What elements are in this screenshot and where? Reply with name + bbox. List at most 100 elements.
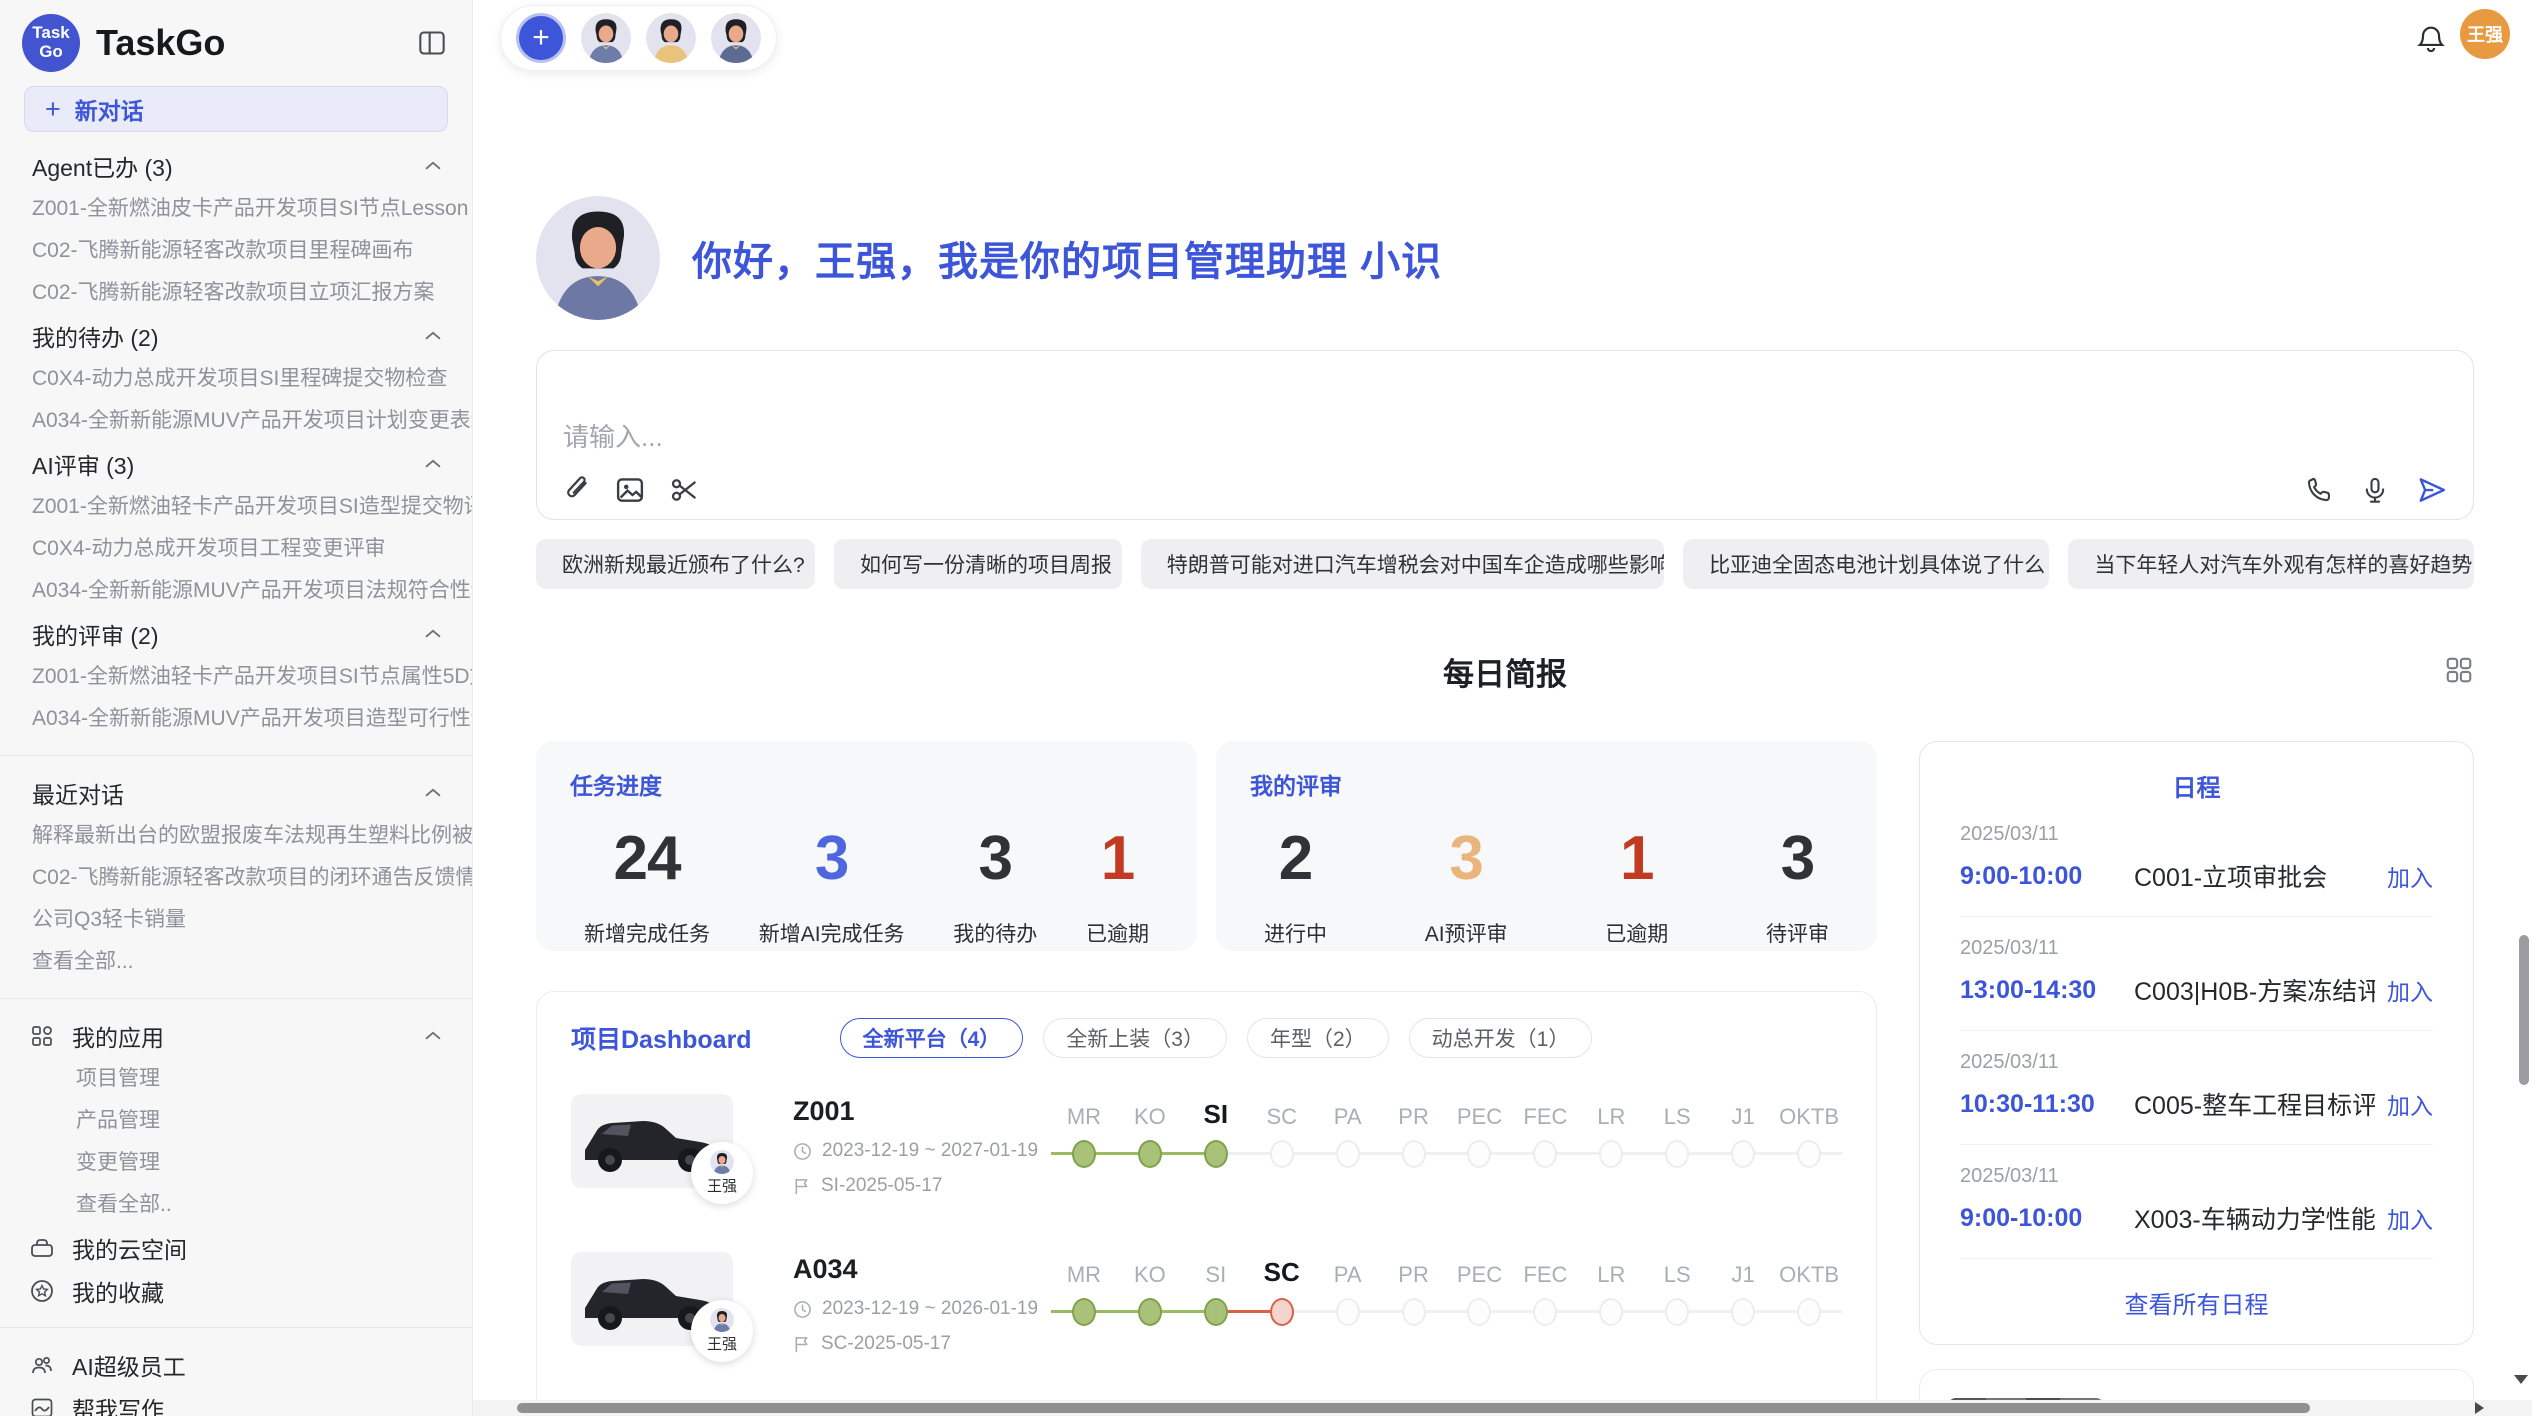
mic-icon[interactable]: [2361, 476, 2389, 504]
image-icon[interactable]: [615, 475, 645, 505]
recent-chats-header[interactable]: 最近对话: [0, 771, 472, 815]
recent-chat-item[interactable]: 解释最新出台的欧盟报废车法规再生塑料比例被调至15%...: [0, 815, 472, 857]
suggestion-chip[interactable]: 特朗普可能对进口汽车增税会对中国车企造成哪些影响: [1141, 539, 1664, 589]
app-sub-item[interactable]: 变更管理: [0, 1142, 472, 1184]
chat-input[interactable]: [563, 417, 2447, 469]
milestone: PA: [1315, 1252, 1381, 1332]
recent-chat-item[interactable]: 查看全部...: [0, 941, 472, 983]
chevron-up-icon[interactable]: [422, 325, 444, 347]
sidebar-item[interactable]: A034-全新新能源MUV产品开发项目计划变更表编写: [0, 400, 472, 442]
horizontal-scrollbar-thumb[interactable]: [517, 1403, 2310, 1413]
chevron-up-icon[interactable]: [422, 453, 444, 475]
phone-icon[interactable]: [2305, 476, 2333, 504]
dashboard-tab[interactable]: 全新平台（4）: [840, 1018, 1024, 1058]
layout-grid-icon[interactable]: [2444, 655, 2474, 690]
app-sub-item[interactable]: 查看全部..: [0, 1184, 472, 1226]
milestone-dot-row: [1051, 1292, 1117, 1332]
schedule-time: 9:00-10:00: [1960, 1204, 2122, 1233]
chevron-up-icon[interactable]: [422, 155, 444, 177]
milestone-dot-row: [1776, 1292, 1842, 1332]
suggestion-chip[interactable]: 当下年轻人对汽车外观有怎样的喜好趋势: [2068, 539, 2474, 589]
chevron-up-icon[interactable]: [422, 782, 444, 804]
schedule-item: 2025/03/1110:30-11:30C005-整车工程目标评审加入: [1960, 1031, 2433, 1145]
schedule-name: X003-车辆动力学性能验...: [2134, 1200, 2375, 1236]
stat-value: 3: [1449, 823, 1482, 894]
scroll-down-arrow[interactable]: [2514, 1375, 2528, 1384]
dashboard-tab[interactable]: 全新上装（3）: [1043, 1018, 1227, 1058]
milestone: FEC: [1512, 1252, 1578, 1332]
scissors-icon[interactable]: [669, 475, 699, 505]
paperclip-icon[interactable]: [563, 475, 591, 505]
vertical-scrollbar-thumb[interactable]: [2519, 935, 2529, 1085]
sidebar-item[interactable]: A034-全新新能源MUV产品开发项目法规符合性评审: [0, 570, 472, 612]
send-icon[interactable]: [2417, 475, 2447, 505]
sidebar-tool-item[interactable]: 帮我写作: [0, 1386, 472, 1416]
milestone-label: SC: [1264, 1252, 1300, 1288]
greeting-title: 你好，王强，我是你的项目管理助理 小识: [692, 229, 1442, 287]
milestone-dot: [1402, 1140, 1426, 1168]
brand-name: TaskGo: [96, 22, 225, 64]
sidebar-item[interactable]: Z001-全新燃油轻卡产品开发项目SI节点属性5D文件评审: [0, 656, 472, 698]
suggestion-chip[interactable]: 如何写一份清晰的项目周报: [834, 539, 1122, 589]
project-rows: 王强Z0012023-12-19 ~ 2027-01-19SI-2025-05-…: [571, 1094, 1842, 1416]
avatar[interactable]: [646, 13, 696, 63]
collapse-sidebar-icon[interactable]: [418, 30, 446, 56]
suggestion-chips: 欧洲新规最近颁布了什么? 如何写一份清晰的项目周报特朗普可能对进口汽车增税会对中国…: [536, 539, 2474, 589]
join-link[interactable]: 加入: [2387, 1201, 2433, 1235]
schedule-item: 2025/03/119:00-10:00X003-车辆动力学性能验...加入: [1960, 1145, 2433, 1259]
sidebar-item-my-apps[interactable]: 我的应用: [0, 1014, 472, 1058]
project-code: Z001: [793, 1096, 1045, 1127]
milestone-dot: [1072, 1298, 1096, 1326]
milestone-dot: [1138, 1298, 1162, 1326]
avatar[interactable]: [581, 13, 631, 63]
app-sub-item[interactable]: 产品管理: [0, 1100, 472, 1142]
suggestion-chip[interactable]: 欧洲新规最近颁布了什么?: [536, 539, 815, 589]
sidebar-section-header[interactable]: 我的待办 (2): [0, 314, 472, 358]
stat: 1已逾期: [1086, 823, 1149, 948]
sidebar-section-header[interactable]: 我的评审 (2): [0, 612, 472, 656]
project-row[interactable]: 王强Z0012023-12-19 ~ 2027-01-19SI-2025-05-…: [571, 1094, 1842, 1206]
avatar[interactable]: [711, 13, 761, 63]
join-link[interactable]: 加入: [2387, 973, 2433, 1007]
project-row[interactable]: 王强A0342023-12-19 ~ 2026-01-19SC-2025-05-…: [571, 1252, 1842, 1364]
milestone-label: SC: [1266, 1094, 1297, 1130]
milestone-dot: [1665, 1298, 1689, 1326]
sidebar-item[interactable]: C02-飞腾新能源轻客改款项目立项汇报方案: [0, 272, 472, 314]
milestone-dot-row: [1183, 1134, 1249, 1174]
sidebar-item[interactable]: Z001-全新燃油轻卡产品开发项目SI造型提交物评审: [0, 486, 472, 528]
recent-chat-item[interactable]: C02-飞腾新能源轻客改款项目的闭环通告反馈情况: [0, 857, 472, 899]
new-chat-button[interactable]: + 新对话: [24, 86, 448, 132]
milestone-dot-row: [1315, 1292, 1381, 1332]
sidebar-item[interactable]: C0X4-动力总成开发项目SI里程碑提交物检查: [0, 358, 472, 400]
sidebar-tool-item[interactable]: AI超级员工: [0, 1343, 472, 1386]
app-sub-item[interactable]: 项目管理: [0, 1058, 472, 1100]
sidebar-item[interactable]: Z001-全新燃油皮卡产品开发项目SI节点Lesson Learn报告: [0, 188, 472, 230]
join-link[interactable]: 加入: [2387, 1087, 2433, 1121]
recent-chat-item[interactable]: 公司Q3轻卡销量: [0, 899, 472, 941]
sidebar-item-cloud-space[interactable]: 我的云空间: [0, 1226, 472, 1269]
stat-label: 待评审: [1766, 918, 1829, 948]
suggestion-chip[interactable]: 比亚迪全固态电池计划具体说了什么: [1683, 539, 2049, 589]
chevron-up-icon[interactable]: [422, 623, 444, 645]
section-title: 最近对话: [32, 776, 124, 810]
stat-label: 新增AI完成任务: [759, 918, 905, 948]
sidebar-item-favorites[interactable]: 我的收藏: [0, 1269, 472, 1312]
milestone-label: KO: [1134, 1094, 1166, 1130]
schedule-items: 2025/03/119:00-10:00C001-立项审批会加入2025/03/…: [1960, 803, 2433, 1259]
milestone: LS: [1644, 1252, 1710, 1332]
sidebar-section-header[interactable]: Agent已办 (3): [0, 144, 472, 188]
dashboard-tab[interactable]: 动总开发（1）: [1409, 1018, 1593, 1058]
view-all-schedule-link[interactable]: 查看所有日程: [1960, 1285, 2433, 1320]
chevron-up-icon[interactable]: [422, 1025, 444, 1047]
sidebar-section-header[interactable]: AI评审 (3): [0, 442, 472, 486]
dashboard-tab[interactable]: 年型（2）: [1247, 1018, 1389, 1058]
scroll-right-arrow[interactable]: [2475, 1402, 2484, 1414]
sidebar-item[interactable]: A034-全新新能源MUV产品开发项目造型可行性评审: [0, 698, 472, 740]
stat-value: 1: [1620, 823, 1653, 894]
add-member-button[interactable]: +: [516, 13, 566, 63]
join-link[interactable]: 加入: [2387, 859, 2433, 893]
horizontal-scrollbar[interactable]: [473, 1400, 2532, 1416]
sidebar-item[interactable]: C0X4-动力总成开发项目工程变更评审: [0, 528, 472, 570]
sidebar-item[interactable]: C02-飞腾新能源轻客改款项目里程碑画布: [0, 230, 472, 272]
milestone: LS: [1644, 1094, 1710, 1174]
